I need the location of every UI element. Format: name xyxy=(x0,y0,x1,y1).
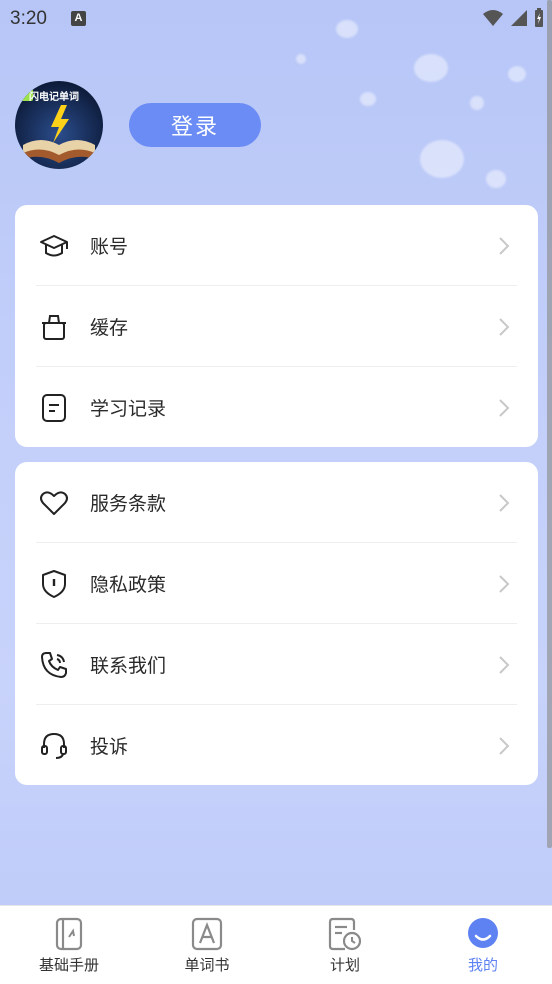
menu-item-cache[interactable]: 缓存 xyxy=(15,286,538,367)
tab-wordbook[interactable]: 单词书 xyxy=(138,906,276,984)
status-time: 3:20 xyxy=(10,8,47,29)
tab-label: 基础手册 xyxy=(38,956,99,974)
tab-label: 我的 xyxy=(467,956,498,974)
bokeh-decoration xyxy=(296,54,306,64)
graduation-cap-icon xyxy=(40,234,68,256)
login-button[interactable]: 登录 xyxy=(129,103,261,147)
bokeh-decoration xyxy=(420,140,464,178)
signal-icon xyxy=(511,10,527,26)
avatar[interactable]: 闪电记单词 xyxy=(15,81,103,169)
notification-badge: A xyxy=(71,11,86,26)
tab-basic-handbook[interactable]: 基础手册 xyxy=(0,906,138,984)
tab-label: 计划 xyxy=(329,956,360,974)
document-icon xyxy=(42,393,66,422)
headset-icon xyxy=(41,732,67,759)
bokeh-decoration xyxy=(508,66,526,82)
status-bar: 3:20 A xyxy=(0,0,552,38)
shield-icon xyxy=(42,569,66,598)
wifi-icon xyxy=(483,10,503,26)
info-support-card: 服务条款 隐私政策 联系我们 投诉 xyxy=(15,462,538,785)
tab-mine[interactable]: 我的 xyxy=(414,906,552,984)
menu-item-label: 缓存 xyxy=(90,317,129,339)
chevron-right-icon xyxy=(499,736,510,755)
phone-icon xyxy=(41,651,67,678)
account-settings-card: 账号 缓存 学习记录 xyxy=(15,205,538,447)
menu-item-terms[interactable]: 服务条款 xyxy=(15,462,538,543)
scrollbar[interactable] xyxy=(547,0,552,848)
menu-item-label: 账号 xyxy=(90,236,129,258)
menu-item-contact[interactable]: 联系我们 xyxy=(15,624,538,705)
bottom-tab-bar: 基础手册 单词书 计划 我的 xyxy=(0,905,552,984)
bokeh-decoration xyxy=(486,170,506,188)
menu-item-complaint[interactable]: 投诉 xyxy=(15,705,538,786)
menu-item-study-record[interactable]: 学习记录 xyxy=(15,367,538,448)
menu-item-privacy[interactable]: 隐私政策 xyxy=(15,543,538,624)
menu-item-label: 联系我们 xyxy=(90,655,167,677)
bokeh-decoration xyxy=(414,54,448,82)
chevron-right-icon xyxy=(499,236,510,255)
tab-label: 单词书 xyxy=(184,956,230,974)
menu-item-label: 隐私政策 xyxy=(90,574,167,596)
notebook-icon xyxy=(55,917,83,951)
menu-item-label: 投诉 xyxy=(90,736,129,758)
bokeh-decoration xyxy=(360,92,376,106)
chevron-right-icon xyxy=(499,317,510,336)
menu-item-label: 服务条款 xyxy=(90,493,167,515)
book-lightning-logo: 闪电记单词 xyxy=(21,89,95,163)
battery-icon xyxy=(535,8,543,27)
bokeh-decoration xyxy=(470,96,484,110)
letter-a-icon xyxy=(191,917,223,951)
chevron-right-icon xyxy=(499,493,510,512)
tab-plan[interactable]: 计划 xyxy=(276,906,414,984)
heart-icon xyxy=(40,490,68,515)
trash-bin-icon xyxy=(42,314,66,340)
menu-item-account[interactable]: 账号 xyxy=(15,205,538,286)
chevron-right-icon xyxy=(499,398,510,417)
chevron-right-icon xyxy=(499,655,510,674)
menu-item-label: 学习记录 xyxy=(90,398,167,420)
svg-text:闪电记单词: 闪电记单词 xyxy=(29,90,79,103)
chevron-right-icon xyxy=(499,574,510,593)
system-icons xyxy=(482,8,544,28)
clock-plan-icon xyxy=(328,917,362,951)
profile-icon xyxy=(468,918,498,948)
